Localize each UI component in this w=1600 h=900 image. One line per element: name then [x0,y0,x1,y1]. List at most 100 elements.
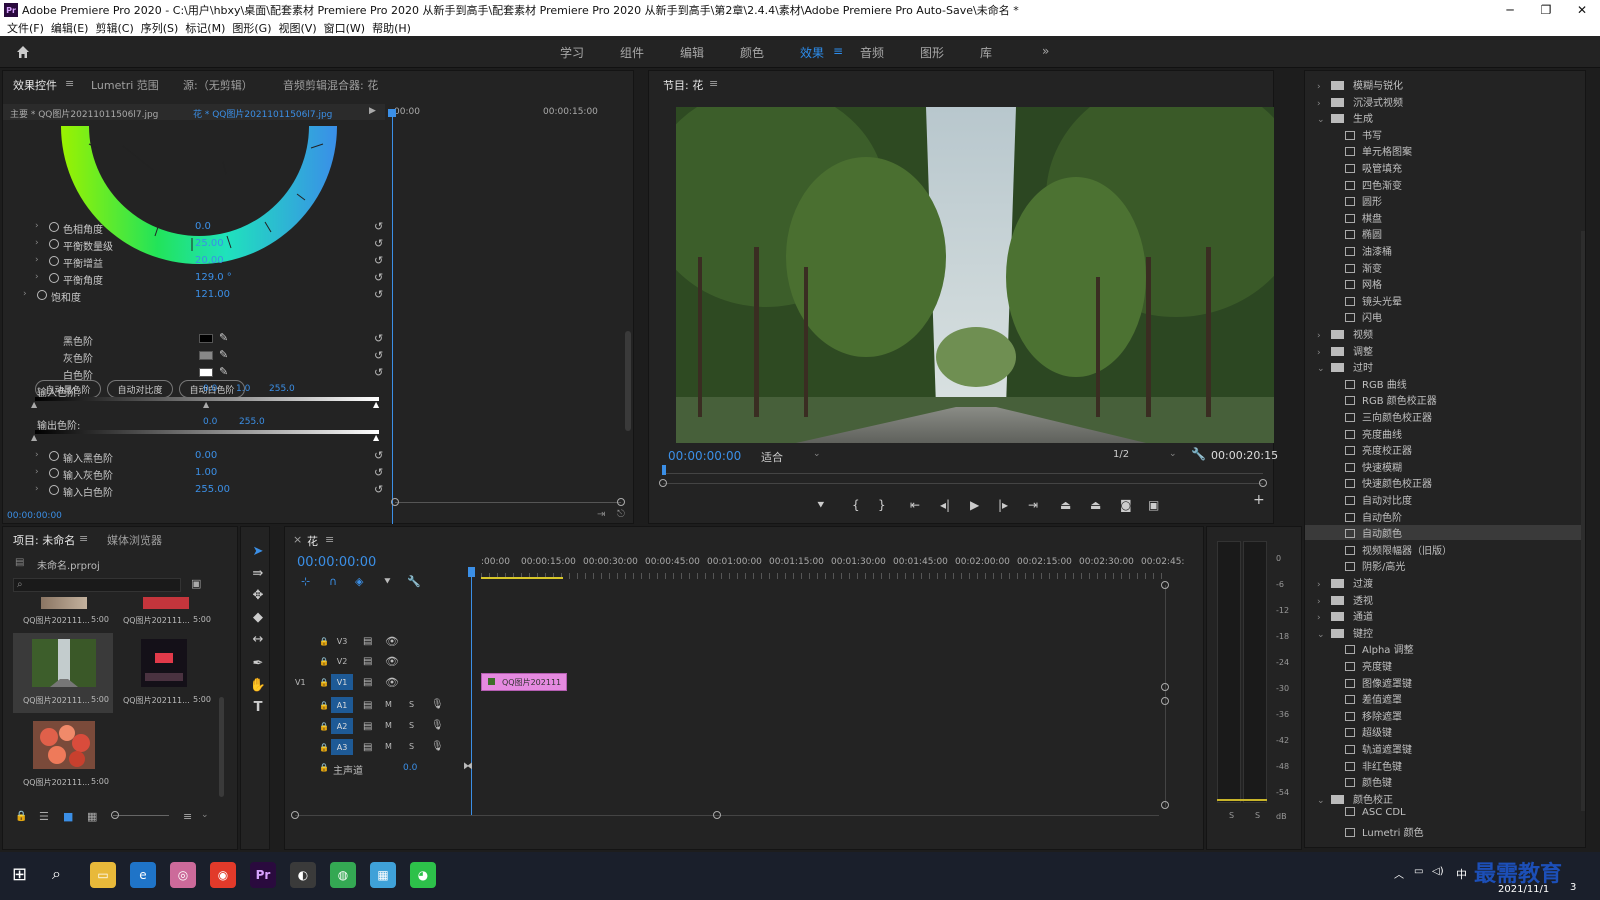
effects-item[interactable]: 阴影/高光 [1345,558,1405,573]
reset-icon[interactable]: ↺ [374,466,383,479]
balance-color-wheel[interactable] [61,126,337,276]
mark-out-icon[interactable]: } [878,498,886,512]
tray-chevron-up-icon[interactable]: ︿ [1394,866,1404,881]
chrome-icon[interactable]: ◍ [330,862,356,888]
expand-balance-magnitude[interactable]: › [35,238,39,248]
microphone-icon[interactable]: 🎙 [431,720,444,731]
effects-folder[interactable]: › 调整 [1317,343,1373,358]
chevron-down-icon[interactable]: ⌄ [813,449,821,459]
linked-selection-icon[interactable]: ◈ [355,575,363,588]
chevron-down-icon[interactable]: ⌄ [1317,115,1331,125]
effects-item[interactable]: 轨道遮罩键 [1345,741,1412,756]
workspace-libraries[interactable]: 库 [980,44,992,61]
effects-folder[interactable]: › 模糊与锐化 [1317,77,1403,92]
timeline-vertical-zoom[interactable] [1165,585,1166,807]
lock-icon[interactable]: 🔒 [319,722,329,731]
timeline-playhead-handle[interactable] [468,567,475,577]
lock-icon[interactable]: 🔒 [319,657,329,666]
workspace-assembly[interactable]: 组件 [620,44,644,61]
freeform-view-icon[interactable]: ▦ [87,810,97,823]
menu-view[interactable]: 视图(V) [279,20,317,36]
thumb-image-trees[interactable] [32,639,96,687]
step-back-icon[interactable]: ◂| [940,498,950,512]
effects-folder[interactable]: › 通道 [1317,608,1373,623]
step-forward-icon[interactable]: |▸ [998,498,1008,512]
extract-icon[interactable]: ⏏ [1090,498,1101,512]
expand-saturation[interactable]: › [23,289,27,299]
menu-markers[interactable]: 标记(M) [185,20,225,36]
network-icon[interactable]: ▭ [1414,866,1423,877]
master-end-icon[interactable]: ⧓ [463,761,473,772]
menu-file[interactable]: 文件(F) [7,20,44,36]
solo-button[interactable]: S [409,700,414,709]
effects-item[interactable]: 棋盘 [1345,210,1382,225]
value-balance-magnitude[interactable]: 25.00 [195,238,224,249]
lock-icon[interactable]: 🔒 [319,678,329,687]
program-zoom-right[interactable] [1259,479,1267,487]
timeline-settings-wrench-icon[interactable]: 🔧 [407,575,421,588]
program-timecode[interactable]: 00:00:00:00 [668,449,741,463]
tab-effect-controls[interactable]: 效果控件 [13,77,57,93]
gray-level-swatch[interactable] [199,351,213,360]
close-button[interactable]: ✕ [1564,3,1600,17]
reset-icon[interactable]: ↺ [374,349,383,362]
timeline-close-icon[interactable]: × [293,533,302,546]
effects-item[interactable]: 亮度曲线 [1345,426,1402,441]
volume-icon[interactable]: ◁) [1432,866,1444,877]
lock-icon[interactable]: 🔒 [319,701,329,710]
input-gray-slider[interactable]: ▲ [203,400,209,409]
eye-icon[interactable]: 👁 [385,676,399,689]
lock-icon[interactable]: 🔒 [15,811,27,822]
expand-input-white[interactable]: › [35,484,39,494]
white-level-swatch[interactable] [199,368,213,377]
effects-item[interactable]: 四色渐变 [1345,177,1402,192]
effects-item[interactable]: 快速颜色校正器 [1345,475,1432,490]
hand-tool-icon[interactable]: ✋ [249,678,267,696]
vzoom-handle[interactable] [1161,683,1169,691]
menu-window[interactable]: 窗口(W) [324,20,365,36]
ime-indicator[interactable]: 中 [1456,866,1467,882]
thumb-size-handle[interactable] [111,811,119,819]
effects-folder[interactable]: ⌄ 过时 [1317,359,1373,374]
expand-hue-angle[interactable]: › [35,221,39,231]
sync-lock-icon[interactable]: ▤ [363,677,372,688]
reset-icon[interactable]: ↺ [374,483,383,496]
project-tab-menu-icon[interactable]: ≡ [79,532,88,545]
meter-solo-left[interactable]: S [1229,811,1234,820]
effects-item[interactable]: 移除遮罩 [1345,708,1402,723]
time-ruler-ticks[interactable] [481,573,1167,579]
chevron-right-icon[interactable]: › [1317,580,1331,590]
thumb-image[interactable] [143,597,189,609]
project-scrollbar[interactable] [219,697,224,797]
workspace-menu-icon[interactable]: ≡ [833,44,843,58]
minimize-button[interactable]: ─ [1492,3,1528,17]
track-a2-toggle[interactable]: A2 [331,718,353,734]
wrench-icon[interactable]: 🔧 [1191,447,1206,461]
ec-playhead[interactable] [392,112,393,524]
vzoom-handle[interactable] [1161,581,1169,589]
chevron-right-icon[interactable]: › [1317,348,1331,358]
lock-icon[interactable]: 🔒 [319,637,329,646]
stopwatch-icon[interactable] [49,222,59,232]
effects-item[interactable]: 椭圆 [1345,226,1382,241]
effects-folder[interactable]: ⌄ 键控 [1317,625,1373,640]
reset-icon[interactable]: ↺ [374,271,383,284]
output-levels-white[interactable]: 255.0 [239,417,265,427]
tab-source[interactable]: 源:（无剪辑） [183,77,253,93]
effects-item[interactable]: 亮度键 [1345,658,1392,673]
go-to-in-icon[interactable]: ⇤ [910,498,920,512]
chevron-right-icon[interactable]: › [1317,82,1331,92]
sync-lock-icon[interactable]: ▤ [363,721,372,732]
effects-item[interactable]: 超级键 [1345,724,1392,739]
expand-input-black[interactable]: › [35,450,39,460]
wechat-icon[interactable]: ◕ [410,862,436,888]
effects-item[interactable]: 自动颜色 [1305,525,1583,541]
type-tool-icon[interactable]: T [249,700,267,718]
stopwatch-icon[interactable] [49,468,59,478]
hzoom-handle-right[interactable] [713,811,721,819]
workspace-more-icon[interactable]: » [1042,44,1049,58]
resolution-dropdown[interactable]: 1/2 [1113,449,1129,460]
sort-icon[interactable]: ≡ [183,810,192,823]
input-levels-gray[interactable]: 1.0 [236,384,250,394]
effects-item[interactable]: 图像遮罩键 [1345,675,1412,690]
